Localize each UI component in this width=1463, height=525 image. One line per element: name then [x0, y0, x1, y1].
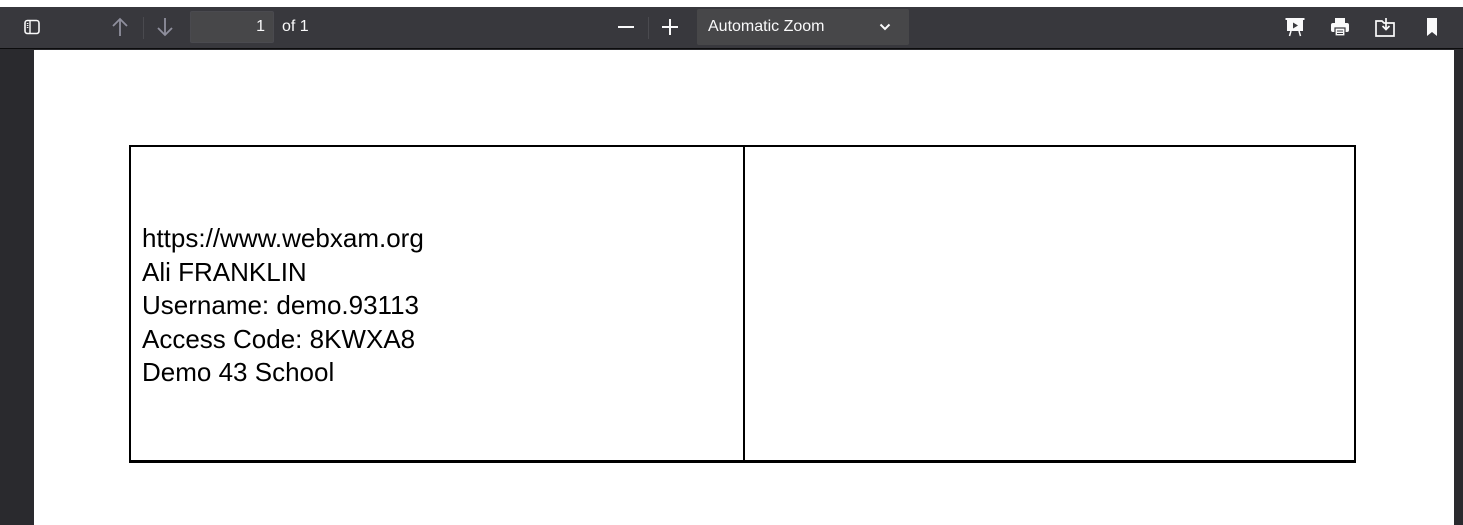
arrow-down-icon	[157, 18, 173, 37]
zoom-select-label: Automatic Zoom	[708, 18, 825, 35]
chevron-down-icon	[879, 9, 891, 45]
previous-page-button[interactable]	[105, 11, 135, 43]
arrow-up-icon	[112, 17, 128, 36]
page-count-label: of 1	[282, 18, 309, 35]
access-code-text: Access Code: 8KWXA8	[142, 323, 416, 354]
table-cell-divider	[743, 147, 745, 460]
presentation-mode-icon	[1285, 18, 1305, 37]
pdf-page: https://www.webxam.org Ali FRANKLIN User…	[34, 50, 1454, 525]
zoom-out-button[interactable]	[611, 11, 641, 43]
plus-icon	[662, 19, 678, 35]
page-number-input[interactable]: 1	[190, 11, 274, 43]
presentation-mode-button[interactable]	[1280, 11, 1310, 43]
print-button[interactable]	[1325, 11, 1355, 43]
next-page-button[interactable]	[150, 11, 180, 43]
student-name-text: Ali FRANKLIN	[142, 256, 307, 287]
window-top-strip	[0, 0, 1463, 7]
bookmark-icon	[1427, 18, 1437, 36]
credential-details: https://www.webxam.org Ali FRANKLIN User…	[142, 222, 424, 390]
sidebar-toggle-icon	[24, 19, 40, 35]
bookmark-button[interactable]	[1417, 11, 1447, 43]
minus-icon	[618, 26, 634, 28]
download-icon	[1375, 18, 1395, 37]
toolbar-separator	[143, 17, 144, 39]
sidebar-toggle-button[interactable]	[17, 11, 47, 43]
credential-card-table: https://www.webxam.org Ali FRANKLIN User…	[129, 145, 1356, 463]
username-text: Username: demo.93113	[142, 290, 420, 320]
download-button[interactable]	[1370, 11, 1400, 43]
pdf-toolbar: 1 of 1 Automatic Zoom	[0, 7, 1463, 49]
school-name-text: Demo 43 School	[142, 357, 335, 387]
pdf-viewer-container[interactable]: https://www.webxam.org Ali FRANKLIN User…	[0, 50, 1463, 525]
website-url-text: https://www.webxam.org	[142, 223, 424, 253]
print-icon	[1331, 18, 1349, 37]
zoom-select[interactable]: Automatic Zoom	[697, 9, 909, 45]
toolbar-separator	[648, 17, 649, 39]
zoom-in-button[interactable]	[655, 11, 685, 43]
